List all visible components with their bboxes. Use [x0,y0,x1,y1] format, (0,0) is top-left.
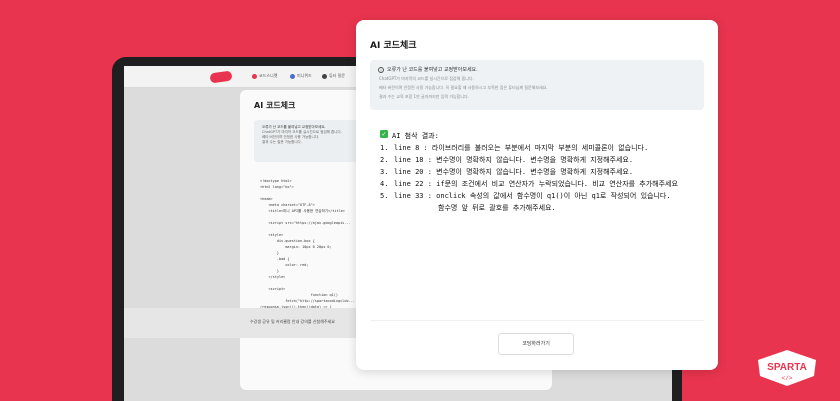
result-item-number: 3. [380,168,389,176]
result-item-number: 1. [380,144,389,152]
result-item: 3. line 20 : 변수명이 명확하지 않습니다. 변수명을 명확하게 지… [380,166,694,178]
info-head-text: 오류가 난 코드를 붙여넣고 교정받아보세요. [387,67,478,73]
result-header-text: AI 첨삭 결과: [392,132,439,140]
nav-item-quiz[interactable]: 미니퀴즈 [290,73,312,79]
result-item-number: 2. [380,156,389,164]
check-icon: ✓ [380,130,388,138]
info-line: 결과 수는 교육 포함 1만 글자까지만 입력 가능합니다. [379,94,469,99]
result-continuation-text: 함수명 앞 뒤로 괄호를 추가해주세요. [438,204,556,212]
result-item-text: line 20 : 변수명이 명확하지 않습니다. 변수명을 명확하게 지정해주… [394,168,634,176]
result-item-text: line 22 : if문의 조건에서 비교 연산자가 누락되었습니다. 비교 … [394,180,678,188]
info-line: 베타 버전이며 안정된 사용 가능합니다. 꼭 필요할 때 사용하시고 부족한 … [379,85,548,90]
result-item-text: line 33 : onclick 속성의 값에서 함수명이 q1()이 아닌 … [394,192,671,200]
result-item-continuation: 함수명 앞 뒤로 괄호를 추가해주세요. [380,202,694,214]
go-coding-button[interactable]: 코딩하러가기 [498,333,574,355]
result-item-text: line 8 : 라이브러리를 불러오는 부분에서 마지막 부분의 세미콜론이 … [394,144,649,152]
sparta-logo-badge: SPARTA </> [758,350,816,386]
result-item: 4. line 22 : if문의 조건에서 비교 연산자가 누락되었습니다. … [380,178,694,190]
badge-code-icon: </> [782,375,793,382]
sparta-logo [209,70,233,84]
info-head: i 오류가 난 코드를 붙여넣고 교정받아보세요. [378,66,696,73]
ai-codecheck-modal: AI 코드체크 i 오류가 난 코드를 붙여넣고 교정받아보세요. ChatGP… [356,20,718,370]
result-panel: ✓ AI 첨삭 결과: 1. line 8 : 라이브러리를 불러오는 부분에서… [370,120,704,320]
result-item: 1. line 8 : 라이브러리를 불러오는 부분에서 마지막 부분의 세미콜… [380,142,694,154]
back-footer-text: 수강생 공유 및 커리큘럼 안내 강의를 신청해주세요 [250,319,335,324]
info-box: i 오류가 난 코드를 붙여넣고 교정받아보세요. ChatGPT가 마지막의 … [370,60,704,110]
result-header: ✓ AI 첨삭 결과: [380,130,694,142]
badge-text: SPARTA [767,362,807,373]
result-item: 5. line 33 : onclick 속성의 값에서 함수명이 q1()이 … [380,190,694,202]
result-item-text: line 18 : 변수명이 명확하지 않습니다. 변수명을 명확하게 지정해주… [394,156,634,164]
result-item-number: 4. [380,180,389,188]
info-icon: i [378,66,384,73]
result-item: 2. line 18 : 변수명이 명확하지 않습니다. 변수명을 명확하게 지… [380,154,694,166]
info-line: ChatGPT가 마지막의 코드를 실시간으로 점검해 줍니다. [379,76,474,81]
nav-item-tutor[interactable]: 튜터 질문 [322,73,345,79]
nav-item-snippet[interactable]: 코드스니펫 [252,73,277,79]
result-item-number: 5. [380,192,389,200]
modal-title: AI 코드체크 [370,41,417,51]
modal-divider [370,320,704,321]
back-modal-title: AI 코드체크 [254,101,296,110]
